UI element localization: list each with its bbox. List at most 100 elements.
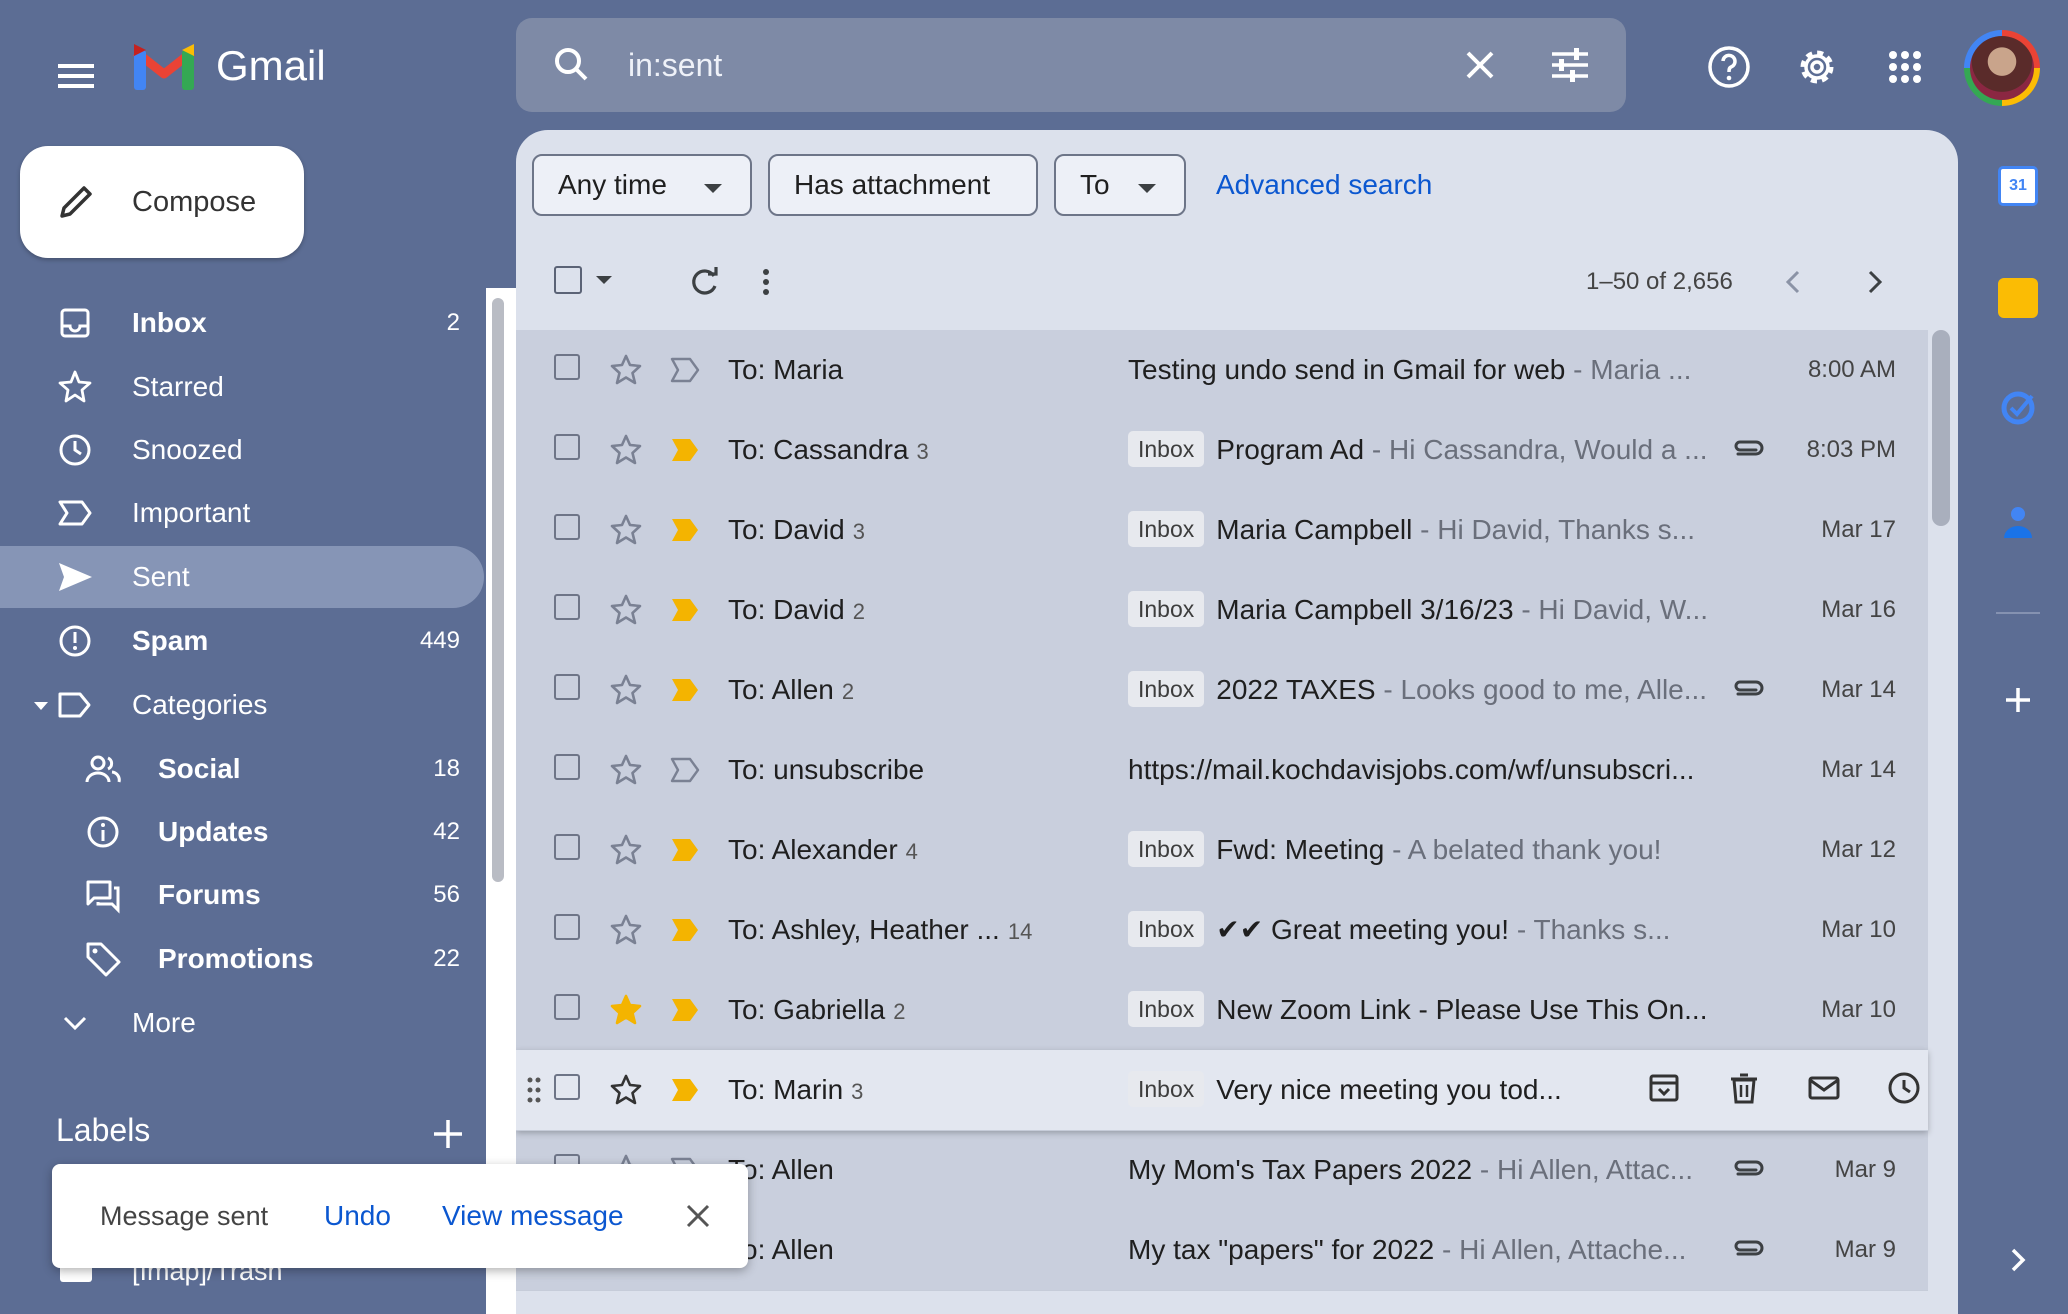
row-checkbox[interactable] [554,754,580,780]
settings-icon[interactable] [1792,42,1842,92]
view-message-button[interactable]: View message [442,1164,624,1268]
advanced-search-link[interactable]: Advanced search [1216,154,1432,216]
account-avatar[interactable] [1964,30,2040,106]
sidebar-item-snoozed[interactable]: Snoozed [0,419,484,481]
email-row[interactable]: To: Alexander 4 Inbox Fwd: Meeting - A bela… [516,810,1928,891]
email-row[interactable]: To: unsubscribe https://mail.kochdavisjob… [516,730,1928,811]
add-label-icon[interactable] [430,1116,466,1152]
sidebar-item-spam[interactable]: Spam 449 [0,610,484,672]
email-row[interactable]: To: Allen 2 Inbox 2022 TAXES - Looks good t… [516,650,1928,731]
compose-button[interactable]: Compose [20,146,304,258]
sidebar-item-promotions[interactable]: Promotions 22 [0,928,484,990]
chevron-left-icon[interactable] [1776,264,1812,300]
sidebar-scrollbar[interactable] [486,288,516,1314]
row-checkbox[interactable] [554,994,580,1020]
calendar-icon[interactable]: 31 [1998,166,2038,206]
sidebar-item-updates[interactable]: Updates 42 [0,801,484,863]
add-addon-icon[interactable] [1998,680,2038,720]
star-icon[interactable] [608,432,644,468]
row-checkbox[interactable] [554,354,580,380]
search-input[interactable]: in:sent [628,18,722,112]
any-time-filter[interactable]: Any time [532,154,752,216]
row-checkbox[interactable] [554,594,580,620]
keep-icon[interactable] [1998,278,2038,318]
main-menu-button[interactable] [40,40,112,112]
email-row[interactable]: To: David 3 Inbox Maria Campbell - Hi David… [516,490,1928,571]
refresh-icon[interactable] [686,264,722,300]
star-icon[interactable] [608,1072,644,1108]
email-row[interactable]: To: Ashley, Heather ... 14 Inbox ✔✔ Great m… [516,890,1928,971]
inbox-label-chip[interactable]: Inbox [1128,991,1205,1027]
select-dropdown-icon[interactable] [596,276,612,284]
important-marker-icon[interactable] [670,836,700,864]
row-checkbox[interactable] [554,914,580,940]
important-marker-icon[interactable] [670,516,700,544]
important-marker-icon[interactable] [670,996,700,1024]
expand-side-panel-icon[interactable] [1998,1240,2038,1280]
to-filter[interactable]: To [1054,154,1186,216]
chevron-right-icon[interactable] [1856,264,1892,300]
email-row[interactable]: To: Cassandra 3 Inbox Program Ad - Hi Cassa… [516,410,1928,491]
sidebar-scroll-thumb[interactable] [492,298,504,882]
contacts-icon[interactable] [1998,502,2038,542]
sidebar-item-sent[interactable]: Sent [0,546,484,608]
inbox-label-chip[interactable]: Inbox [1128,831,1205,867]
important-marker-icon[interactable] [670,756,700,784]
more-vert-icon[interactable] [748,264,784,300]
row-checkbox[interactable] [554,1074,580,1100]
gmail-logo-icon[interactable] [132,38,196,94]
star-icon[interactable] [608,352,644,388]
has-attachment-filter[interactable]: Has attachment [768,154,1038,216]
search-icon[interactable] [548,41,596,89]
important-marker-icon[interactable] [670,1076,700,1104]
help-icon[interactable] [1704,42,1754,92]
row-checkbox[interactable] [554,834,580,860]
star-icon[interactable] [608,832,644,868]
drag-handle-icon[interactable] [526,1076,542,1104]
sidebar-item-categories[interactable]: Categories [0,674,484,736]
row-checkbox[interactable] [554,674,580,700]
email-row[interactable]: To: David 2 Inbox Maria Campbell 3/16/23 - … [516,570,1928,651]
star-icon[interactable] [608,672,644,708]
clear-search-icon[interactable] [1456,41,1504,89]
snooze-icon[interactable] [1886,1070,1922,1106]
email-row[interactable]: To: Gabriella 2 Inbox New Zoom Link - Pleas… [516,970,1928,1051]
search-options-icon[interactable] [1546,41,1594,89]
email-list-scroll-thumb[interactable] [1932,330,1950,526]
inbox-label-chip[interactable]: Inbox [1128,911,1205,947]
star-icon[interactable] [608,592,644,628]
delete-icon[interactable] [1726,1070,1762,1106]
sidebar-item-social[interactable]: Social 18 [0,738,484,800]
close-icon[interactable] [680,1198,716,1234]
important-marker-icon[interactable] [670,436,700,464]
mark-unread-icon[interactable] [1806,1070,1842,1106]
tasks-icon[interactable] [1998,388,2038,428]
important-marker-icon[interactable] [670,596,700,624]
row-checkbox[interactable] [554,514,580,540]
important-marker-icon[interactable] [670,676,700,704]
sidebar-item-inbox[interactable]: Inbox 2 [0,292,484,354]
inbox-label-chip[interactable]: Inbox [1128,511,1205,547]
star-icon[interactable] [608,512,644,548]
important-marker-icon[interactable] [670,916,700,944]
undo-button[interactable]: Undo [324,1164,391,1268]
select-all-checkbox[interactable] [554,266,582,294]
star-icon[interactable] [608,992,644,1028]
archive-icon[interactable] [1646,1070,1682,1106]
email-row[interactable]: To: Marin 3 Inbox Very nice meeting you tod… [516,1050,1928,1131]
sidebar-item-more[interactable]: More [0,992,484,1054]
inbox-label-chip[interactable]: Inbox [1128,1071,1205,1107]
important-marker-icon[interactable] [670,356,700,384]
sidebar-item-forums[interactable]: Forums 56 [0,864,484,926]
star-icon[interactable] [608,912,644,948]
expand-categories-icon[interactable] [34,702,48,710]
sidebar-item-important[interactable]: Important [0,482,484,544]
sidebar-item-starred[interactable]: Starred [0,356,484,418]
inbox-label-chip[interactable]: Inbox [1128,591,1205,627]
search-bar[interactable]: in:sent [516,18,1626,112]
email-row[interactable]: To: Maria Testing undo send in Gmail for … [516,330,1928,411]
inbox-label-chip[interactable]: Inbox [1128,431,1205,467]
apps-icon[interactable] [1880,42,1930,92]
inbox-label-chip[interactable]: Inbox [1128,671,1205,707]
star-icon[interactable] [608,752,644,788]
